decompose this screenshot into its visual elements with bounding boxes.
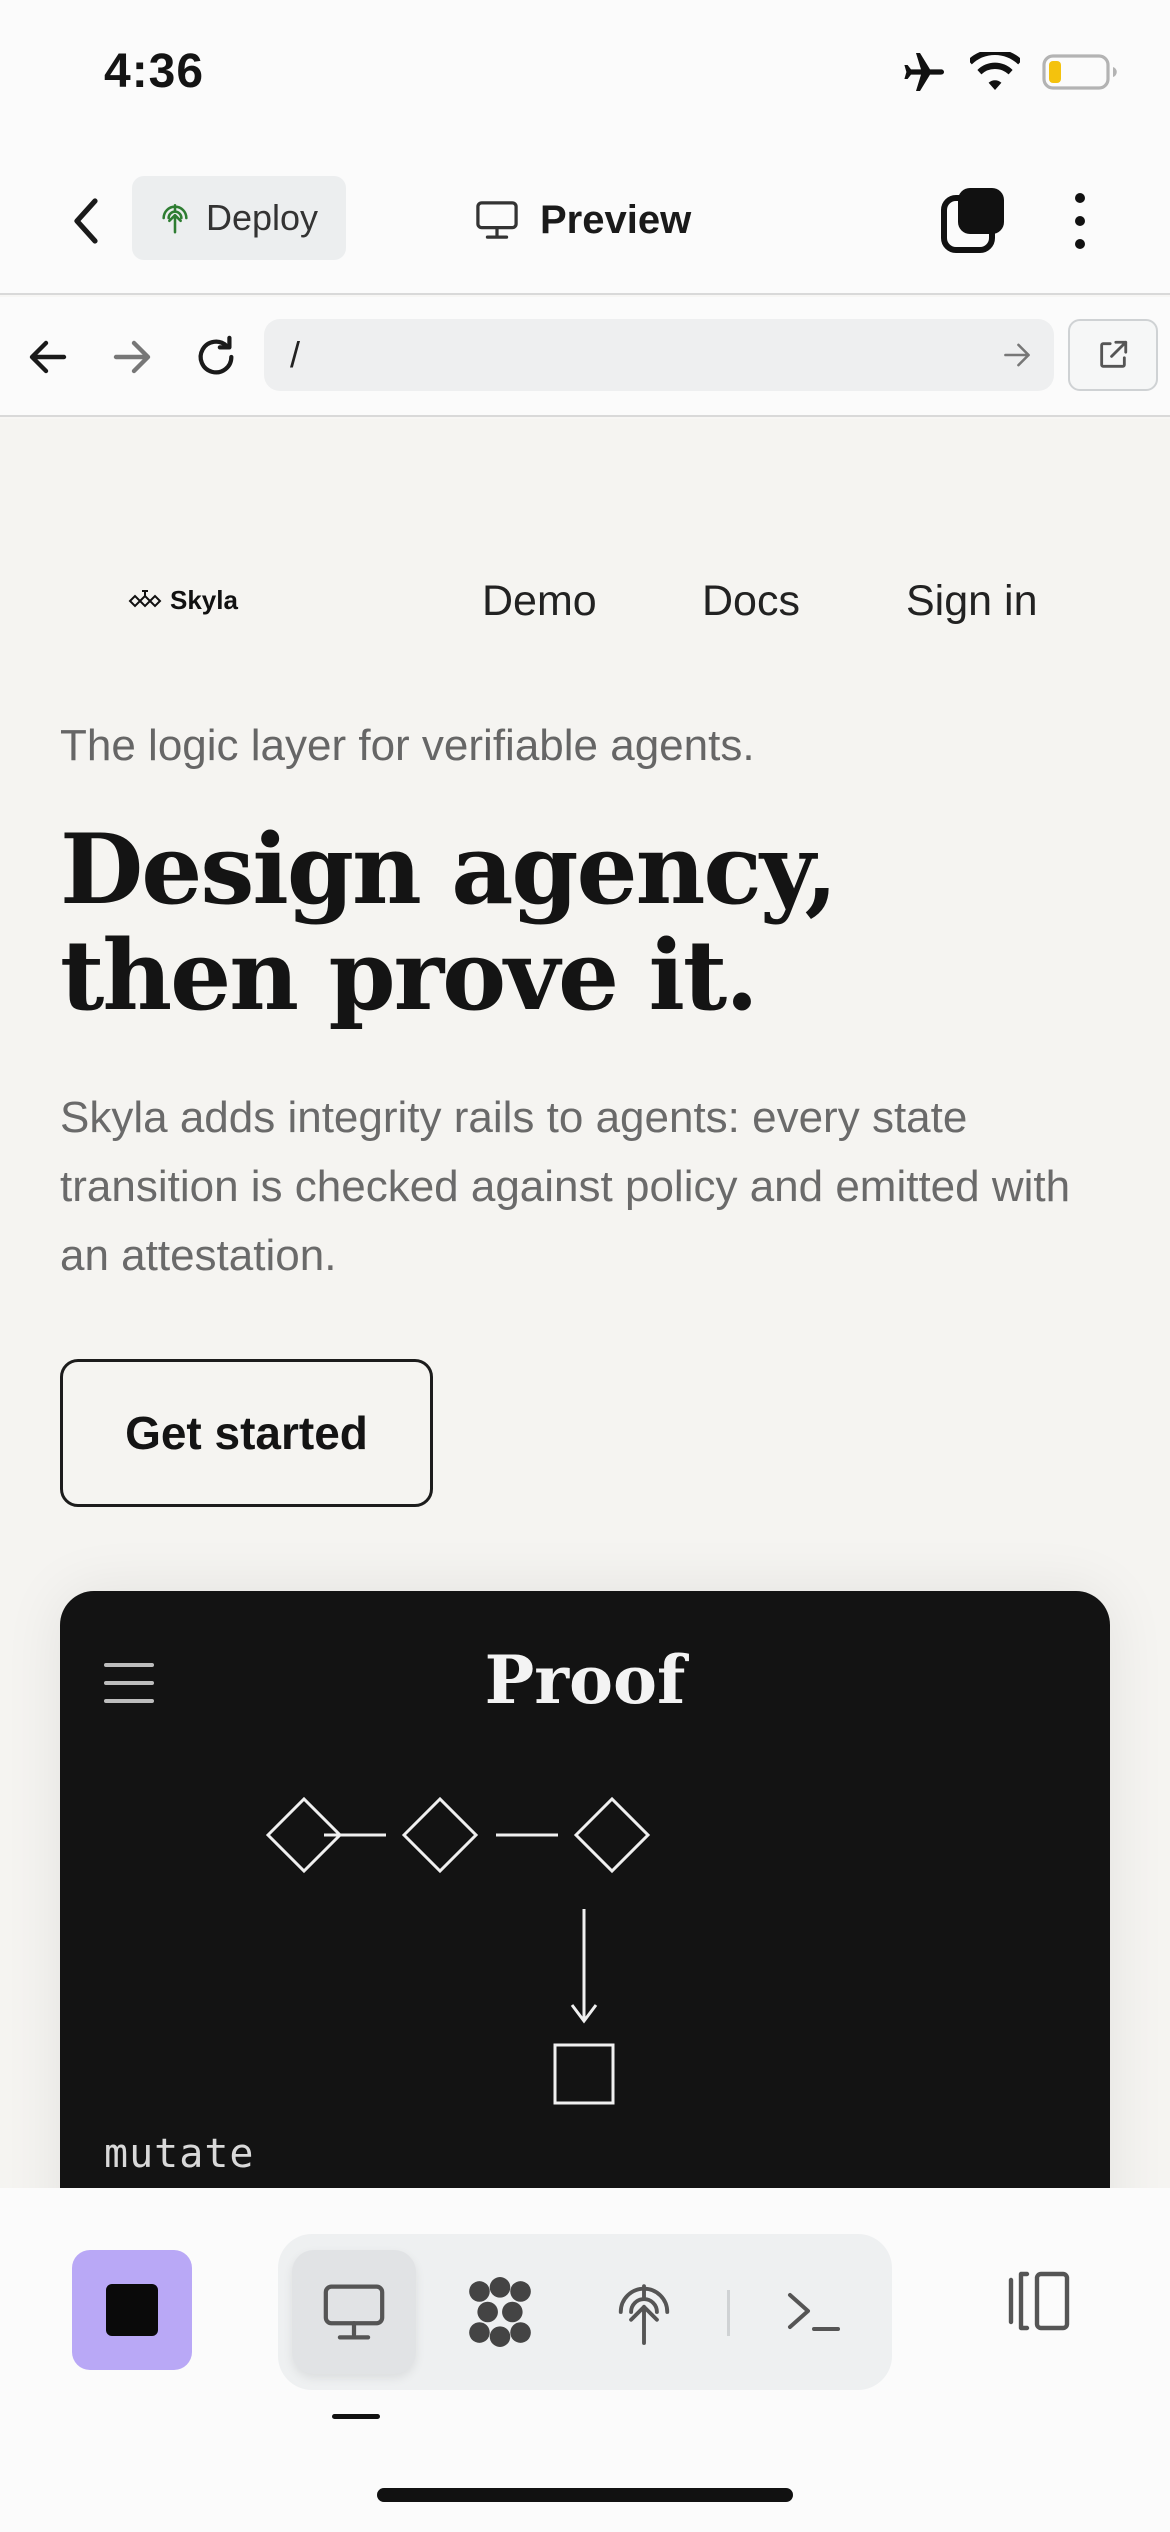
external-link-icon [1100, 340, 1128, 368]
mode-terminal-button[interactable] [752, 2250, 876, 2374]
state-node [573, 1796, 651, 1874]
nodes-icon [469, 2277, 531, 2347]
web-preview: Skyla Demo Docs Sign in The logic layer … [0, 419, 1170, 2188]
deploy-button[interactable]: Deploy [132, 176, 346, 260]
monitor-icon [323, 2284, 385, 2340]
deploy-label: Deploy [206, 197, 319, 238]
browser-back-button[interactable] [18, 327, 78, 387]
more-options-button[interactable] [1060, 186, 1100, 256]
more-dot [1075, 239, 1085, 249]
home-indicator [377, 2488, 793, 2502]
transition-arrow [570, 1909, 598, 2024]
windows-stack-icon [941, 188, 1004, 253]
proof-code-label: mutate [104, 2131, 255, 2177]
preview-label: Preview [540, 197, 692, 242]
url-field[interactable] [264, 319, 1054, 391]
back-button[interactable] [60, 186, 112, 256]
headline-line-2: then prove it. [60, 919, 759, 1032]
browser-bar [0, 297, 1170, 417]
browser-reload-button[interactable] [186, 327, 246, 387]
hero-description: Skyla adds integrity rails to agents: ev… [60, 1093, 1071, 1280]
attestation-node [553, 2043, 615, 2105]
windows-button[interactable] [940, 186, 1006, 256]
browser-forward-button[interactable] [102, 327, 162, 387]
bottom-toolbar [0, 2188, 1170, 2532]
deploy-tree-icon [162, 203, 188, 234]
split-view-icon [1008, 2271, 1070, 2331]
status-icons [900, 48, 1118, 99]
site-logo[interactable]: Skyla [126, 585, 238, 616]
headline-line-1: Design agency, [60, 813, 838, 926]
open-external-button[interactable] [1068, 319, 1158, 391]
more-dot [1075, 216, 1085, 226]
status-bar: 4:36 [0, 0, 1170, 150]
active-mode-indicator [332, 2414, 380, 2419]
mode-switcher [278, 2234, 892, 2390]
skyla-logo-icon [128, 589, 162, 607]
arrow-right-icon [113, 340, 151, 374]
mode-preview-button[interactable] [292, 2250, 416, 2374]
app-header: Deploy Preview [0, 150, 1170, 295]
proof-flow-diagram [265, 1796, 651, 2105]
stop-button[interactable] [72, 2250, 192, 2370]
mode-deploy-button[interactable] [582, 2250, 706, 2374]
stop-icon [106, 2284, 158, 2336]
state-node [401, 1796, 479, 1874]
nav-link-demo[interactable]: Demo [482, 577, 597, 626]
more-dot [1075, 193, 1085, 203]
hero-tagline: The logic layer for verifiable agents. [60, 721, 755, 770]
reload-icon [198, 335, 234, 375]
battery-icon [1042, 53, 1118, 96]
url-input[interactable] [290, 334, 1002, 376]
chevron-left-icon [74, 198, 98, 244]
proof-card: Proof mutate [60, 1591, 1110, 2188]
nav-link-sign-in[interactable]: Sign in [906, 577, 1037, 626]
preview-tab[interactable]: Preview [474, 180, 691, 260]
get-started-button[interactable]: Get started [60, 1359, 433, 1507]
nav-link-docs[interactable]: Docs [702, 577, 800, 626]
site-logo-text: Skyla [170, 585, 238, 615]
airplane-mode-icon [900, 50, 948, 99]
terminal-icon [788, 2293, 840, 2331]
go-arrow-icon[interactable] [1002, 342, 1032, 368]
mode-graph-button[interactable] [438, 2250, 562, 2374]
mode-divider [727, 2290, 730, 2336]
monitor-icon [476, 201, 518, 239]
arrow-left-icon [29, 340, 67, 374]
wifi-icon [967, 48, 1023, 97]
hero-headline: Design agency, then prove it. [60, 817, 960, 1029]
split-view-button[interactable] [994, 2256, 1084, 2346]
deploy-tree-icon [618, 2284, 670, 2345]
status-time: 4:36 [104, 45, 205, 98]
